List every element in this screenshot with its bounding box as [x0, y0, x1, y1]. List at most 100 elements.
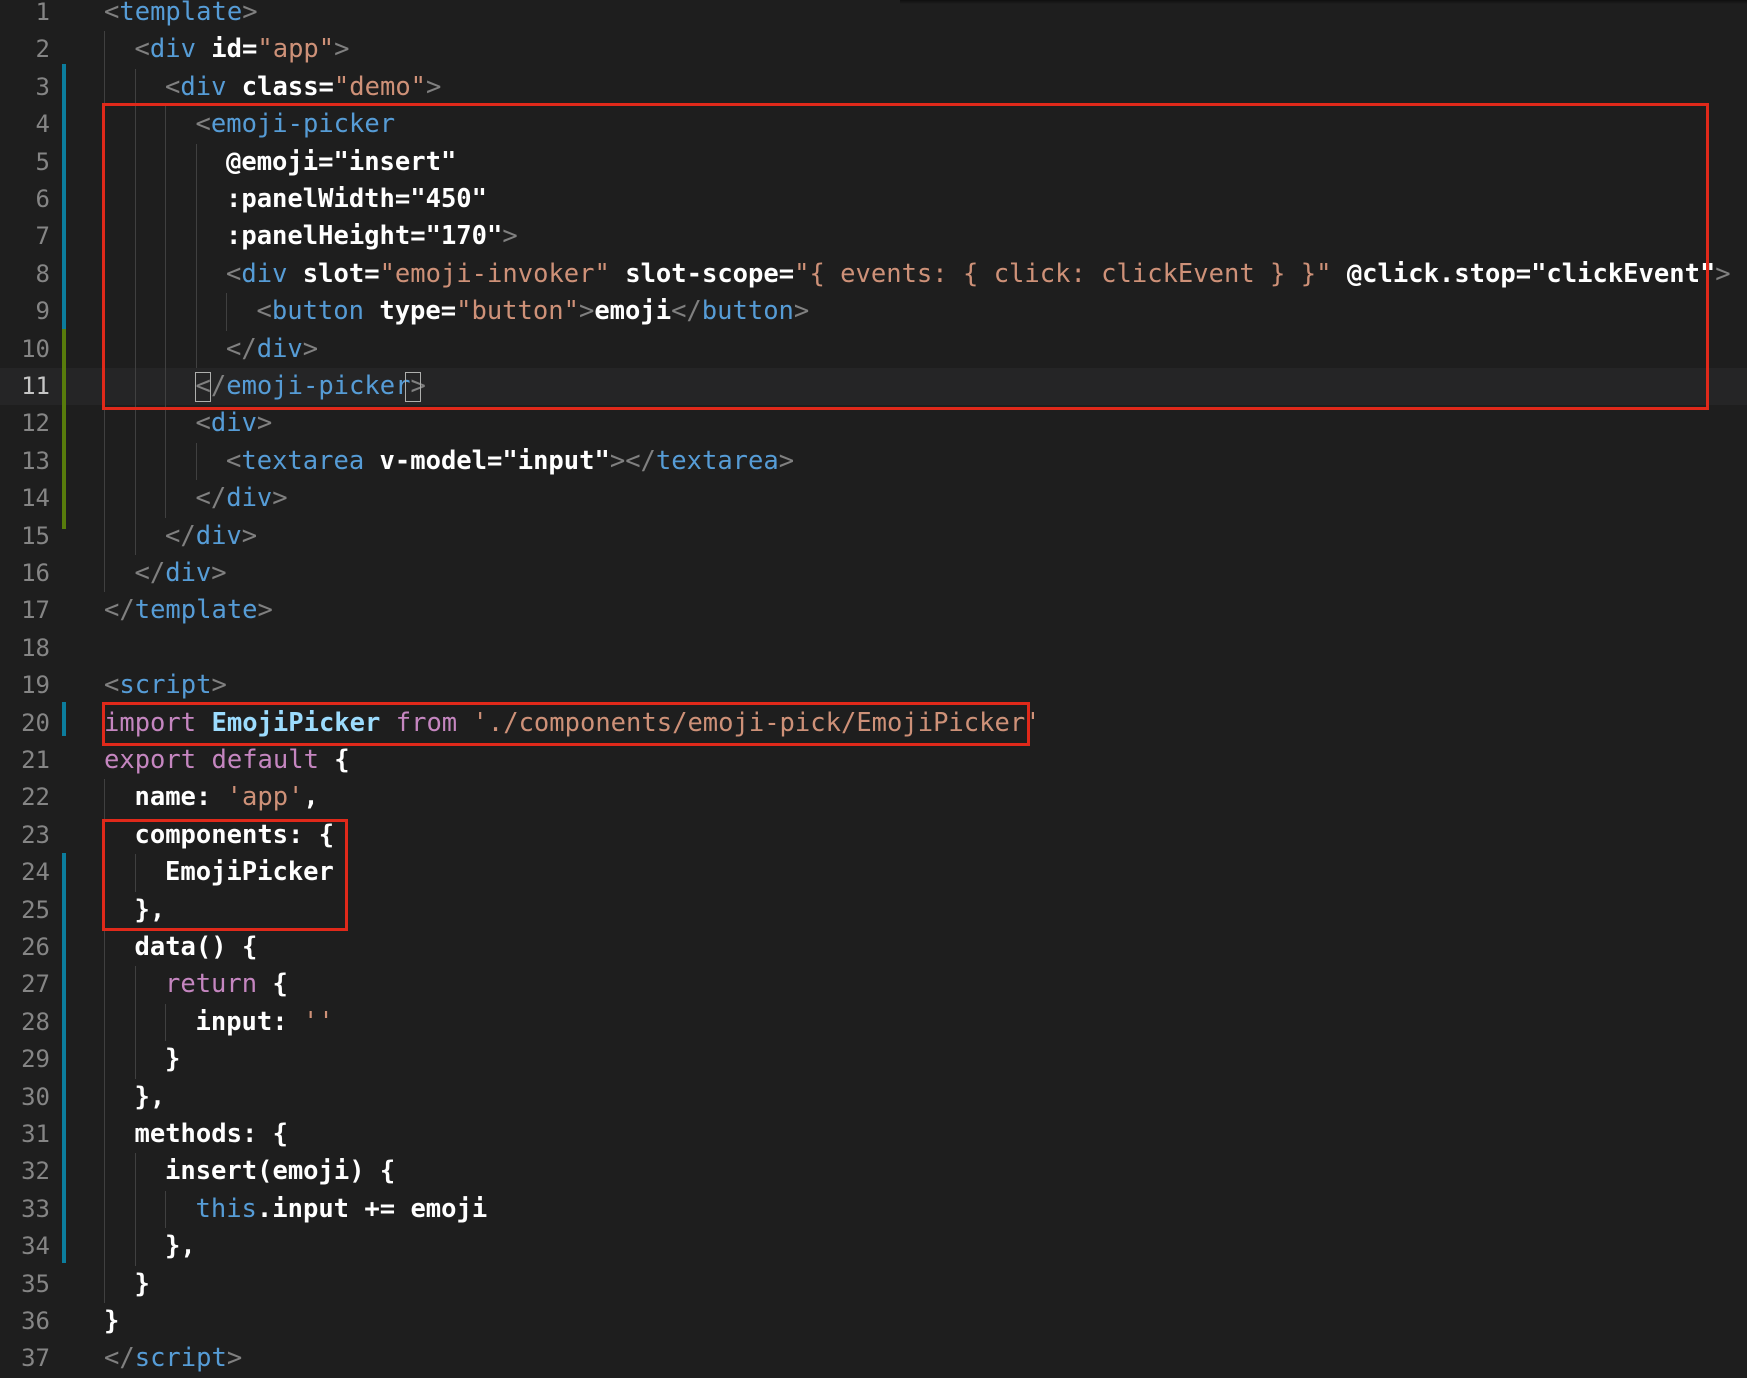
code-line[interactable]: 2 <div id="app">	[0, 31, 1747, 69]
code-line[interactable]: 14 </div>	[0, 480, 1747, 518]
line-number: 18	[21, 633, 50, 662]
code-line[interactable]: 12 <div>	[0, 405, 1747, 443]
code-token: "clickEvent"	[1531, 258, 1716, 289]
code-token: "170"	[425, 221, 503, 252]
code-line[interactable]: 31 methods: {	[0, 1116, 1747, 1154]
code-line[interactable]: 8 <div slot="emoji-invoker" slot-scope="{…	[0, 255, 1747, 294]
code-line[interactable]: 21 export default {	[0, 742, 1747, 779]
code-line[interactable]: 28 input: ''	[0, 1003, 1747, 1042]
code-text: </emoji-picker>	[196, 368, 426, 405]
code-line[interactable]: 20 import EmojiPicker from './components/…	[0, 705, 1747, 742]
code-line[interactable]: 33 this.input += emoji	[0, 1190, 1747, 1229]
code-token: this	[195, 1193, 257, 1224]
line-number: 8	[35, 259, 50, 288]
code-line[interactable]: 27 return {	[0, 966, 1747, 1004]
code-line[interactable]: 34},	[0, 1228, 1747, 1266]
code-token: div	[195, 520, 242, 551]
code-token: </	[226, 333, 257, 364]
code-token: return	[165, 969, 258, 1000]
code-line[interactable]: 19 <script>	[0, 667, 1747, 704]
line-number: 26	[21, 933, 50, 961]
code-token: "insert"	[333, 146, 457, 177]
code-line[interactable]: 22 name: 'app',	[0, 779, 1747, 817]
code-line[interactable]: 3 <div class="demo">	[0, 68, 1747, 107]
code-line[interactable]: 5 @emoji="insert"	[0, 143, 1747, 181]
code-token: >	[272, 483, 288, 514]
code-token: script	[119, 670, 212, 701]
code-token: <	[195, 109, 211, 140]
indent-guide	[104, 816, 105, 855]
code-line[interactable]: 23 components: {	[0, 816, 1747, 855]
code-line[interactable]: 4 <emoji-picker	[0, 106, 1747, 144]
code-token: emoji-picker	[226, 371, 411, 401]
line-number: 35	[21, 1269, 50, 1298]
code-token: textarea	[655, 445, 779, 476]
code-line[interactable]: 35}	[0, 1265, 1747, 1303]
code-line[interactable]: 36}	[0, 1303, 1747, 1340]
line-number: 27	[21, 970, 50, 999]
code-token: >	[226, 1343, 243, 1374]
code-line[interactable]: 24 EmojiPicker	[0, 854, 1747, 892]
code-line[interactable]: 1 <template>	[0, 0, 1747, 31]
line-number: 25	[21, 895, 50, 924]
code-token: </	[671, 296, 702, 327]
code-token: <	[104, 670, 120, 701]
line-number: 32	[21, 1157, 50, 1186]
code-line[interactable]: 9 <button type="button">emoji</button>	[0, 293, 1747, 331]
code-line[interactable]: 32 insert(emoji) {	[0, 1153, 1747, 1191]
code-text: export default {	[104, 742, 350, 779]
indent-guide	[104, 255, 105, 294]
code-text: insert(emoji) {	[165, 1153, 395, 1190]
indent-guide	[104, 1116, 105, 1154]
line-number: 14	[21, 484, 50, 513]
code-line[interactable]: 6:panelWidth="450"	[0, 181, 1747, 219]
code-line[interactable]: 11 </emoji-picker>	[0, 368, 1747, 406]
code-text: },	[135, 892, 166, 929]
code-line[interactable]: 16 </div>	[0, 555, 1747, 593]
code-line[interactable]: 37 </script>	[0, 1340, 1747, 1377]
code-token: =	[394, 184, 411, 214]
code-token: button	[271, 296, 364, 327]
line-number: 36	[21, 1307, 50, 1335]
code-text: this.input += emoji	[196, 1191, 488, 1228]
code-text: <emoji-picker	[196, 106, 396, 143]
code-token: div	[180, 71, 227, 102]
code-line[interactable]: 17 </template>	[0, 592, 1747, 629]
indent-guide	[104, 1078, 105, 1116]
code-line[interactable]: 15 </div>	[0, 517, 1747, 555]
code-line[interactable]: 7 :panelHeight="170">	[0, 218, 1747, 256]
line-number: 30	[21, 1082, 50, 1111]
git-modified-marker	[62, 702, 66, 736]
indent-guide	[134, 330, 136, 368]
code-token: emoji-picker	[210, 109, 396, 140]
code-token: methods: {	[134, 1119, 289, 1149]
code-token: >	[578, 296, 595, 327]
code-token: >	[502, 221, 518, 252]
code-text: <script>	[104, 667, 227, 704]
indent-guide	[134, 255, 136, 294]
code-editor[interactable]: 1 <template> 2 <div id="app"> 3 <div class="d…	[0, 0, 1747, 1377]
code-line[interactable]: 10 </div>	[0, 330, 1747, 368]
line-number: 7	[35, 222, 50, 251]
indent-guide	[134, 181, 136, 219]
code-line[interactable]: 18	[0, 630, 1747, 667]
code-token: <	[226, 258, 242, 289]
code-text: :panelHeight="170">	[226, 218, 518, 255]
code-line[interactable]: 30},	[0, 1078, 1747, 1116]
code-text: components: {	[135, 817, 335, 854]
code-line[interactable]: 13 <textarea v-model="input"></textarea>	[0, 442, 1747, 481]
code-token: "{ events: { click: clickEvent } }"	[794, 258, 1332, 289]
code-token: >	[256, 408, 273, 439]
code-token: type	[379, 296, 441, 327]
code-token: {	[318, 745, 350, 775]
git-modified-marker	[62, 853, 66, 1263]
line-number: 11	[21, 372, 50, 400]
code-token: @click.stop	[1346, 258, 1516, 289]
indent-guide	[165, 293, 166, 331]
code-line[interactable]: 26 data() {	[0, 929, 1747, 967]
code-line[interactable]: 25},	[0, 891, 1747, 929]
code-token: './components/emoji-pick/EmojiPicker'	[472, 707, 1041, 738]
code-line[interactable]: 29}	[0, 1041, 1747, 1079]
indent-guide	[104, 854, 105, 892]
indent-guide	[165, 330, 166, 368]
